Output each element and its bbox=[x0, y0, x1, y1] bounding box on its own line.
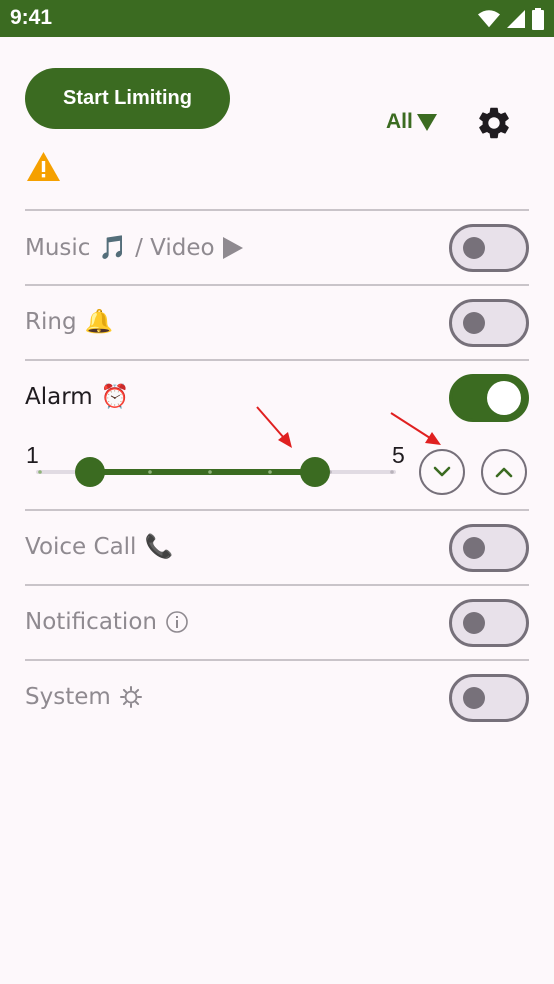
annotation-overlay bbox=[256, 406, 441, 448]
annotation-arrow bbox=[390, 412, 441, 445]
annotation-arrow bbox=[256, 406, 292, 448]
